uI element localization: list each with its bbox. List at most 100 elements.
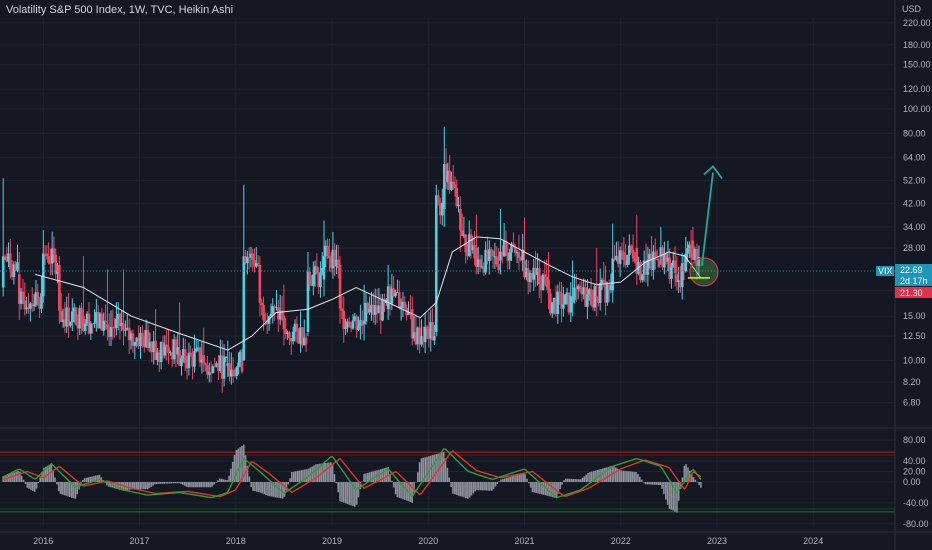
candle-body (397, 292, 401, 308)
candle-body (256, 262, 260, 264)
candle-body (344, 327, 347, 329)
candle-body (434, 195, 438, 332)
candle-body (122, 323, 125, 331)
candle-body (595, 296, 598, 298)
candle-body (362, 321, 366, 324)
candle-body (231, 369, 235, 374)
candle-body (508, 252, 511, 261)
price-tick-label: 34.00 (903, 222, 926, 232)
vix-symbol-text: VIX (878, 266, 893, 276)
candle-body (657, 259, 661, 268)
price-tick-label: 220.00 (903, 18, 931, 28)
candle-body (93, 322, 96, 324)
candle-body (403, 301, 407, 308)
candle-body (491, 250, 495, 257)
candle-body (611, 258, 615, 291)
axis-layer: 6.808.2010.0012.5015.0019.0028.0034.0042… (33, 18, 930, 546)
highlight-circle[interactable] (689, 257, 719, 287)
candle-body (74, 307, 78, 325)
candle-body (1, 256, 5, 288)
price-tick-label: 180.00 (903, 40, 931, 50)
price-tick-label: 10.00 (903, 355, 926, 365)
candle-body (124, 329, 127, 331)
candle-body (194, 348, 198, 352)
candle-body (571, 299, 574, 303)
candle-body (224, 356, 228, 359)
candle-body (497, 264, 500, 271)
time-tick-label: 2016 (33, 536, 53, 546)
time-tick-label: 2017 (130, 536, 150, 546)
candle-body (262, 305, 265, 321)
candle-body (489, 249, 493, 251)
ma-value-text: 21.30 (900, 288, 923, 298)
candle-body (459, 209, 462, 231)
arrow-shaft[interactable] (701, 172, 714, 267)
candle-body (32, 305, 36, 307)
candle-body (222, 358, 226, 379)
candle-body (451, 181, 455, 185)
osc-slow-line (2, 450, 702, 498)
chart-canvas[interactable]: 6.808.2010.0012.5015.0019.0028.0034.0042… (0, 0, 932, 550)
candle-body (641, 274, 644, 281)
candle-body (563, 294, 567, 305)
candle-body (71, 311, 74, 323)
candle-body (543, 274, 547, 277)
price-tick-label: 12.50 (903, 331, 926, 341)
time-tick-label: 2018 (226, 536, 246, 546)
candle-body (295, 323, 299, 331)
candle-body (589, 289, 593, 305)
candle-body (213, 366, 217, 368)
osc-tick-label: -80.00 (903, 519, 929, 529)
candle-body (629, 245, 633, 250)
osc-tick-label: 20.00 (903, 467, 926, 477)
candle-body (457, 204, 460, 207)
candle-body (328, 255, 331, 259)
price-tick-label: 120.00 (903, 84, 931, 94)
price-tick-label: 28.00 (903, 243, 926, 253)
price-tick-label: 42.00 (903, 199, 926, 209)
candle-body (45, 253, 49, 257)
countdown-text: 2d 17h (900, 276, 928, 286)
candle-body (89, 323, 93, 334)
candle-body (319, 272, 322, 288)
candle-body (620, 250, 624, 253)
candle-body (237, 362, 240, 368)
price-tick-label: 100.00 (903, 104, 931, 114)
candle-body (618, 250, 622, 264)
candle-body (626, 254, 629, 265)
price-tick-label: 64.00 (903, 153, 926, 163)
time-tick-label: 2022 (611, 536, 631, 546)
price-tick-label: 80.00 (903, 128, 926, 138)
candle-body (686, 248, 689, 254)
candle-body (115, 318, 118, 328)
time-tick-label: 2023 (707, 536, 727, 546)
candle-body (304, 337, 308, 345)
candle-body (394, 292, 397, 297)
candle-body (578, 285, 582, 291)
candle-body (326, 245, 329, 256)
candle-body (193, 351, 196, 367)
time-tick-label: 2020 (418, 536, 438, 546)
price-tick-label: 8.20 (903, 377, 921, 387)
time-tick-label: 2024 (803, 536, 823, 546)
candle-body (167, 347, 170, 353)
candle-body (83, 323, 87, 331)
osc-tick-label: -40.00 (903, 498, 929, 508)
candle-body (204, 363, 207, 366)
candle-body (288, 332, 291, 339)
candle-body (453, 184, 457, 189)
candle-body (433, 335, 436, 341)
price-tick-label: 52.00 (903, 175, 926, 185)
price-tick-label: 6.80 (903, 398, 921, 408)
candle-body (357, 326, 360, 330)
candle-body (488, 249, 491, 261)
candle-body (58, 264, 61, 311)
candle-body (104, 320, 107, 323)
candle-body (368, 308, 371, 313)
candle-body (189, 352, 193, 356)
candles-layer (1, 126, 701, 393)
candle-body (260, 302, 263, 306)
candle-body (106, 323, 109, 330)
candle-body (36, 292, 40, 305)
candle-body (573, 287, 576, 300)
